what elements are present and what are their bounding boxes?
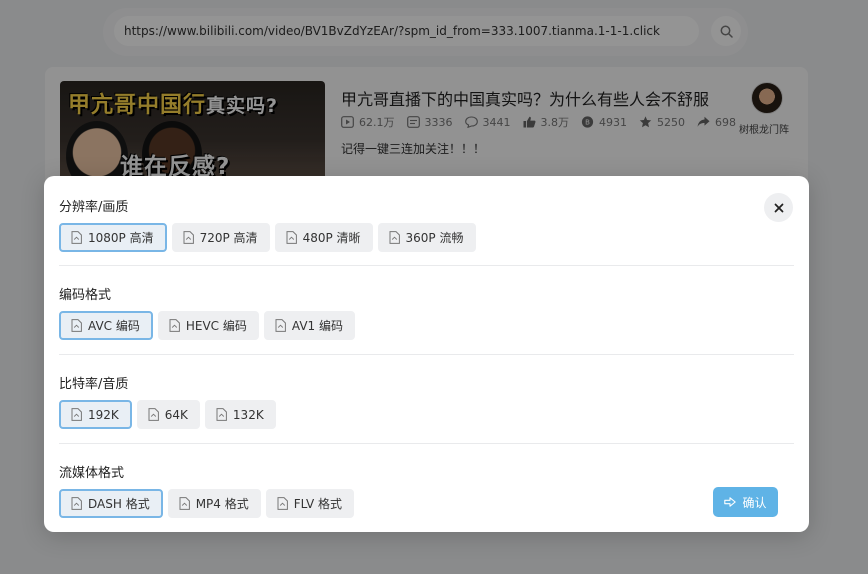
file-icon xyxy=(286,231,297,244)
file-icon xyxy=(169,319,180,332)
file-icon xyxy=(71,231,82,244)
codec-section: 编码格式 AVC 编码 HEVC 编码 AV1 编码 xyxy=(59,284,794,355)
file-icon xyxy=(148,408,159,421)
section-label: 分辨率/画质 xyxy=(59,200,129,215)
option-480p[interactable]: 480P 清晰 xyxy=(274,223,373,252)
file-icon xyxy=(216,408,227,421)
section-label: 比特率/音质 xyxy=(59,377,129,392)
confirm-button[interactable]: 确认 xyxy=(713,487,778,517)
option-label: 132K xyxy=(232,407,264,422)
option-label: 192K xyxy=(88,407,119,422)
option-label: 1080P 高清 xyxy=(88,231,154,245)
option-dash[interactable]: DASH 格式 xyxy=(59,489,163,518)
section-label: 编码格式 xyxy=(59,288,112,303)
file-icon xyxy=(71,319,82,332)
option-label: AVC 编码 xyxy=(88,319,140,333)
option-132k[interactable]: 132K xyxy=(204,400,276,429)
file-icon xyxy=(389,231,400,244)
file-icon xyxy=(277,497,288,510)
option-64k[interactable]: 64K xyxy=(136,400,200,429)
resolution-section: 分辨率/画质 1080P 高清 720P 高清 480P 清晰 360P 流畅 xyxy=(59,196,794,266)
option-hevc[interactable]: HEVC 编码 xyxy=(157,311,259,340)
option-label: 720P 高清 xyxy=(199,231,258,245)
option-label: HEVC 编码 xyxy=(185,319,247,333)
file-icon xyxy=(183,231,194,244)
codec-options: AVC 编码 HEVC 编码 AV1 编码 xyxy=(59,311,355,340)
option-flv[interactable]: FLV 格式 xyxy=(265,489,355,518)
option-label: FLV 格式 xyxy=(293,497,343,511)
bitrate-section: 比特率/音质 192K 64K 132K xyxy=(59,373,794,444)
option-360p[interactable]: 360P 流畅 xyxy=(377,223,476,252)
file-icon xyxy=(275,319,286,332)
option-720p[interactable]: 720P 高清 xyxy=(171,223,270,252)
option-avc[interactable]: AVC 编码 xyxy=(59,311,153,340)
option-label: 480P 清晰 xyxy=(302,231,361,245)
option-label: 64K xyxy=(164,407,188,422)
stream-format-options: DASH 格式 MP4 格式 FLV 格式 xyxy=(59,489,355,518)
confirm-label: 确认 xyxy=(742,495,767,510)
option-1080p[interactable]: 1080P 高清 xyxy=(59,223,167,252)
option-label: AV1 编码 xyxy=(291,319,343,333)
bitrate-options: 192K 64K 132K xyxy=(59,400,276,429)
option-label: 360P 流畅 xyxy=(405,231,464,245)
file-icon xyxy=(179,497,190,510)
option-label: DASH 格式 xyxy=(88,497,150,511)
download-options-dialog: 分辨率/画质 1080P 高清 720P 高清 480P 清晰 360P 流畅 … xyxy=(44,176,809,532)
resolution-options: 1080P 高清 720P 高清 480P 清晰 360P 流畅 xyxy=(59,223,476,252)
option-av1[interactable]: AV1 编码 xyxy=(263,311,355,340)
file-icon xyxy=(71,497,82,510)
arrow-right-icon xyxy=(724,497,737,507)
stream-format-section: 流媒体格式 DASH 格式 MP4 格式 FLV 格式 xyxy=(59,462,794,522)
option-mp4[interactable]: MP4 格式 xyxy=(167,489,261,518)
option-label: MP4 格式 xyxy=(195,497,249,511)
section-label: 流媒体格式 xyxy=(59,466,125,481)
option-192k[interactable]: 192K xyxy=(59,400,132,429)
file-icon xyxy=(71,408,82,421)
